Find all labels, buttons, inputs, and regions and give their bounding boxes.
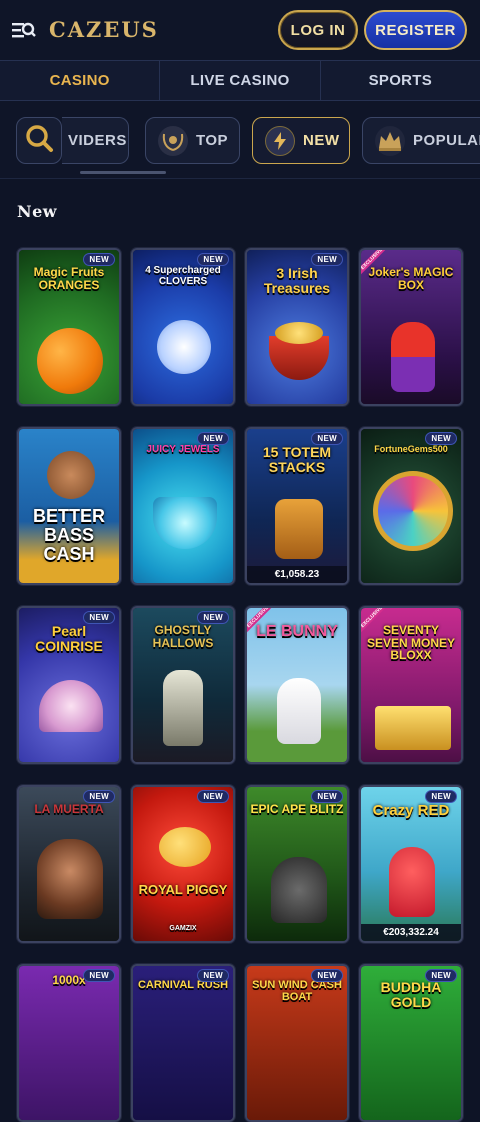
- parrot-image: [389, 847, 435, 917]
- brand-logo[interactable]: CAZEUS: [49, 17, 159, 42]
- piggy-image: [159, 827, 211, 867]
- game-title: 4 Supercharged CLOVERS: [145, 265, 221, 287]
- new-badge: NEW: [197, 611, 229, 624]
- tab-casino[interactable]: CASINO: [0, 61, 159, 100]
- game-card[interactable]: GHOSTLY HALLOWS NEW: [131, 606, 235, 764]
- new-badge: NEW: [83, 790, 115, 803]
- filter-scroll-indicator[interactable]: [80, 171, 166, 174]
- game-title: SUN WIND CASH BOAT: [252, 979, 342, 1003]
- new-badge: NEW: [197, 969, 229, 982]
- game-title: Joker's MAGIC BOX: [368, 265, 454, 292]
- game-card[interactable]: Pearl COINRISE NEW: [17, 606, 121, 764]
- game-card[interactable]: 1000x NEW: [17, 964, 121, 1122]
- gorilla-image: [271, 857, 327, 923]
- gem-wheel-image: [373, 471, 453, 551]
- game-card[interactable]: LA MUERTA NEW: [17, 785, 121, 943]
- filter-top-chip[interactable]: TOP: [145, 117, 240, 164]
- game-title: GHOSTLY HALLOWS: [152, 623, 214, 650]
- filter-popular-label: POPULAR: [413, 132, 480, 149]
- register-button[interactable]: REGISTER: [364, 10, 467, 50]
- tab-sports[interactable]: SPORTS: [319, 61, 480, 100]
- new-badge: NEW: [197, 790, 229, 803]
- filter-new-label: NEW: [303, 132, 340, 149]
- menu-search-icon[interactable]: [12, 20, 36, 40]
- game-card[interactable]: EXCLUSIVE LE BUNNY: [245, 606, 349, 764]
- game-title: Magic Fruits ORANGES: [33, 265, 105, 292]
- game-title: BUDDHA GOLD: [380, 979, 442, 1010]
- orange-image: [37, 328, 103, 394]
- game-title: Crazy RED: [372, 802, 450, 819]
- game-provider: GAMZIX: [169, 925, 197, 932]
- game-card[interactable]: JUICY JEWELS NEW: [131, 427, 235, 585]
- game-title: BETTER BASS CASH: [33, 506, 105, 564]
- tab-live-casino[interactable]: LIVE CASINO: [159, 61, 319, 100]
- game-card[interactable]: Magic Fruits ORANGES NEW: [17, 248, 121, 406]
- new-badge: NEW: [311, 432, 343, 445]
- new-badge: NEW: [83, 611, 115, 624]
- game-card[interactable]: EPIC APE BLITZ NEW: [245, 785, 349, 943]
- category-filters: VIDERS TOP NEW POPULAR: [0, 101, 480, 179]
- main-nav: CASINO LIVE CASINO SPORTS: [0, 60, 480, 101]
- game-card[interactable]: CARNIVAL RUSH NEW: [131, 964, 235, 1122]
- game-card[interactable]: 4 Supercharged CLOVERS NEW: [131, 248, 235, 406]
- login-button[interactable]: LOG IN: [278, 10, 358, 50]
- laurel-icon: [158, 125, 188, 156]
- game-title: 15 TOTEM STACKS: [262, 444, 332, 475]
- totem-image: [275, 499, 323, 559]
- lightning-icon: [265, 125, 295, 156]
- game-title: LE BUNNY: [256, 623, 338, 640]
- game-title: JUICY JEWELS: [146, 444, 220, 455]
- game-title: ROYAL PIGGY: [138, 882, 228, 897]
- new-badge: NEW: [425, 969, 457, 982]
- game-title: FortuneGems500: [374, 444, 448, 454]
- new-badge: NEW: [425, 790, 457, 803]
- clover-image: [157, 320, 211, 374]
- fisherman-image: [47, 451, 95, 499]
- captain-image: [37, 839, 103, 919]
- filter-popular-chip[interactable]: POPULAR: [362, 117, 480, 164]
- new-badge: NEW: [311, 253, 343, 266]
- section-title: New: [17, 202, 58, 221]
- new-badge: NEW: [311, 790, 343, 803]
- game-card[interactable]: 15 TOTEM STACKS NEW €1,058.23: [245, 427, 349, 585]
- game-card[interactable]: BUDDHA GOLD NEW: [359, 964, 463, 1122]
- new-badge: NEW: [311, 969, 343, 982]
- game-card[interactable]: FortuneGems500 NEW: [359, 427, 463, 585]
- new-badge: NEW: [197, 253, 229, 266]
- game-title: SEVENTY SEVEN MONEY BLOXX: [366, 623, 456, 663]
- game-card[interactable]: SUN WIND CASH BOAT NEW: [245, 964, 349, 1122]
- game-card[interactable]: Crazy RED NEW €203,332.24: [359, 785, 463, 943]
- jackpot-amount: €203,332.24: [361, 924, 461, 941]
- search-icon: [23, 123, 55, 159]
- game-card[interactable]: 3 Irish Treasures NEW: [245, 248, 349, 406]
- crown-icon: [375, 125, 405, 156]
- top-bar: CAZEUS LOG IN REGISTER: [0, 0, 480, 60]
- new-badge: NEW: [83, 969, 115, 982]
- filter-providers-label: VIDERS: [68, 132, 127, 149]
- game-title: 3 Irish Treasures: [263, 265, 331, 296]
- game-title: Pearl COINRISE: [35, 623, 103, 654]
- gold-coins-image: [275, 322, 323, 344]
- game-card[interactable]: BETTER BASS CASH: [17, 427, 121, 585]
- filter-new-chip[interactable]: NEW: [252, 117, 350, 164]
- bunny-image: [277, 678, 321, 744]
- filter-providers-chip[interactable]: VIDERS: [62, 117, 129, 164]
- game-card[interactable]: EXCLUSIVE SEVENTY SEVEN MONEY BLOXX: [359, 606, 463, 764]
- new-badge: NEW: [197, 432, 229, 445]
- game-card[interactable]: ROYAL PIGGY GAMZIX NEW: [131, 785, 235, 943]
- skeleton-image: [163, 670, 203, 746]
- new-badge: NEW: [83, 253, 115, 266]
- game-title: EPIC APE BLITZ: [250, 802, 344, 816]
- game-card[interactable]: EXCLUSIVE Joker's MAGIC BOX: [359, 248, 463, 406]
- joker-image: [391, 322, 435, 392]
- new-badge: NEW: [425, 432, 457, 445]
- game-title: LA MUERTA: [34, 802, 104, 816]
- gold-bars-image: [375, 706, 451, 750]
- filter-top-label: TOP: [196, 132, 229, 149]
- jackpot-amount: €1,058.23: [247, 566, 347, 583]
- filter-search-chip[interactable]: [16, 117, 62, 164]
